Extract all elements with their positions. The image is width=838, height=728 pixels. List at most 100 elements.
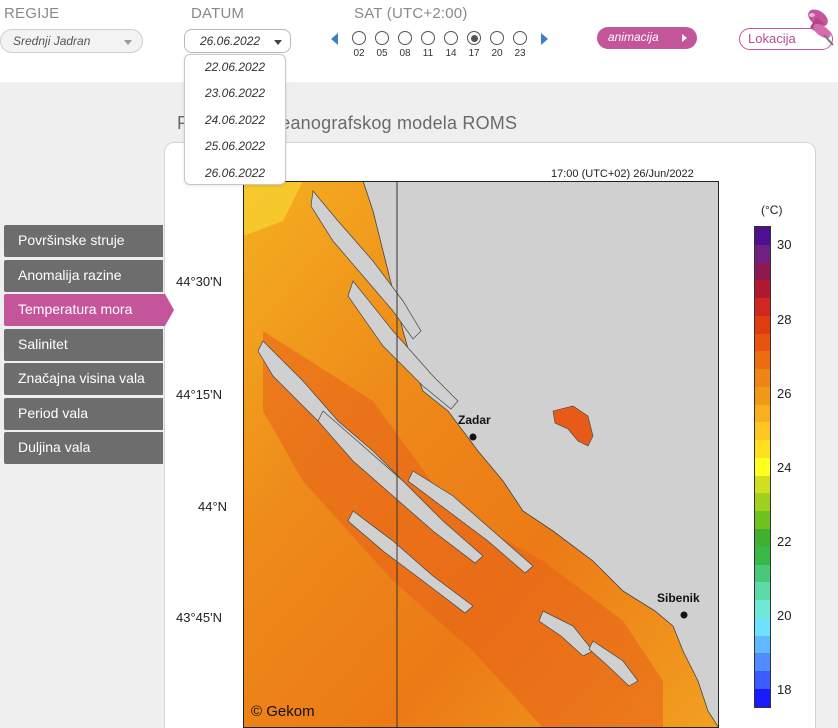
radio-button[interactable] xyxy=(398,31,412,45)
menu-item-sea-level-anomaly[interactable]: Anomalija razine xyxy=(4,259,163,292)
colorbar-segment xyxy=(755,653,770,672)
colorbar-segment xyxy=(755,333,770,352)
city-label-sibenik: Sibenik xyxy=(657,591,700,605)
colorbar-unit: (°C) xyxy=(761,203,783,217)
radio-button[interactable] xyxy=(444,31,458,45)
radio-button[interactable] xyxy=(352,31,366,45)
colorbar-segment xyxy=(755,546,770,565)
hour-label: 23 xyxy=(514,48,526,59)
menu-item-wave-length[interactable]: Duljina vala xyxy=(4,432,163,464)
sea-temperature-map xyxy=(243,181,719,728)
hour-option-05[interactable]: 05 xyxy=(374,31,390,63)
region-value: Srednji Jadran xyxy=(13,34,91,48)
animation-button[interactable]: animacija xyxy=(597,27,697,49)
temperature-colorbar xyxy=(754,226,771,708)
hour-option-02[interactable]: 02 xyxy=(351,31,367,63)
colorbar-segment xyxy=(755,280,770,299)
colorbar-segment xyxy=(755,457,770,476)
colorbar-segment xyxy=(755,635,770,654)
date-select[interactable]: 26.06.2022 xyxy=(184,29,291,53)
colorbar-label: 18 xyxy=(777,682,792,697)
colorbar-segment xyxy=(755,386,770,405)
menu-item-wave-height[interactable]: Značajna visina vala xyxy=(4,363,163,395)
menu-item-surface-currents[interactable]: Površinske struje xyxy=(4,225,163,257)
colorbar-segment xyxy=(755,422,770,441)
date-option[interactable]: 24.06.2022 xyxy=(185,108,285,134)
latitude-label: 44°30'N xyxy=(176,274,222,289)
city-marker-zadar xyxy=(469,433,477,441)
chevron-down-icon xyxy=(274,40,282,45)
city-label-zadar: Zadar xyxy=(458,413,491,427)
animation-label: animacija xyxy=(608,30,659,44)
colorbar-segment xyxy=(755,671,770,689)
city-marker-sibenik xyxy=(680,611,688,619)
hour-label: 11 xyxy=(422,48,434,59)
location-label: Lokacija xyxy=(748,31,796,46)
hour-option-23[interactable]: 23 xyxy=(512,31,528,63)
colorbar-segment xyxy=(755,227,770,245)
colorbar-segment xyxy=(755,511,770,530)
date-option[interactable]: 22.06.2022 xyxy=(185,55,285,81)
chevron-down-icon xyxy=(124,40,132,45)
colorbar-segment xyxy=(755,315,770,334)
date-option[interactable]: 26.06.2022 xyxy=(185,161,285,187)
hour-label: 02 xyxy=(353,48,365,59)
colorbar-label: 26 xyxy=(777,386,792,401)
radio-button[interactable] xyxy=(467,31,481,45)
next-hour-arrow-icon[interactable] xyxy=(541,33,548,45)
latitude-label: 44°N xyxy=(198,499,228,514)
colorbar-segment xyxy=(755,493,770,512)
colorbar-label: 30 xyxy=(777,237,792,252)
hour-label: 14 xyxy=(445,48,457,59)
latitude-label: 44°15'N xyxy=(176,387,222,402)
latitude-label: 43°45'N xyxy=(176,610,222,625)
radio-button[interactable] xyxy=(421,31,435,45)
menu-item-salinity[interactable]: Salinitet xyxy=(4,328,163,361)
hour-option-08[interactable]: 08 xyxy=(397,31,413,63)
radio-button[interactable] xyxy=(513,31,527,45)
hour-label: SAT (UTC+2:00) xyxy=(354,5,468,22)
colorbar-label: 20 xyxy=(777,608,792,623)
colorbar-segment xyxy=(755,564,770,583)
colorbar-segment xyxy=(755,262,770,281)
date-option[interactable]: 25.06.2022 xyxy=(185,134,285,160)
copyright-text: © Gekom xyxy=(251,703,315,720)
top-toolbar: REGIJE Srednji Jadran DATUM 26.06.2022 S… xyxy=(0,0,838,82)
menu-item-wave-period[interactable]: Period vala xyxy=(4,397,163,430)
colorbar-segment xyxy=(755,600,770,618)
colorbar-segment xyxy=(755,440,770,458)
hour-option-17[interactable]: 17 xyxy=(466,31,482,63)
region-select[interactable]: Srednji Jadran xyxy=(0,29,143,53)
forecast-timestamp: 17:00 (UTC+02) 26/Jun/2022 xyxy=(551,168,694,180)
hour-label: 20 xyxy=(491,48,503,59)
colorbar-segment xyxy=(755,688,770,707)
colorbar-segment xyxy=(755,582,770,601)
colorbar-segment xyxy=(755,475,770,494)
colorbar-label: 24 xyxy=(777,460,792,475)
previous-hour-arrow-icon[interactable] xyxy=(331,33,338,45)
colorbar-segment xyxy=(755,369,770,387)
radio-button[interactable] xyxy=(375,31,389,45)
parameter-menu: Površinske struje Anomalija razine Tempe… xyxy=(4,225,174,467)
region-label: REGIJE xyxy=(4,5,60,22)
colorbar-segment xyxy=(755,244,770,263)
menu-item-sea-temperature[interactable]: Temperatura mora xyxy=(4,294,174,326)
date-dropdown-list: 22.06.2022 23.06.2022 24.06.2022 25.06.2… xyxy=(184,54,286,185)
colorbar-segment xyxy=(755,529,770,547)
colorbar-label: 22 xyxy=(777,534,792,549)
colorbar-segment xyxy=(755,404,770,423)
hour-option-14[interactable]: 14 xyxy=(443,31,459,63)
date-option[interactable]: 23.06.2022 xyxy=(185,81,285,107)
date-value: 26.06.2022 xyxy=(200,34,261,48)
radio-button[interactable] xyxy=(490,31,504,45)
hour-option-20[interactable]: 20 xyxy=(489,31,505,63)
hour-option-11[interactable]: 11 xyxy=(420,31,436,63)
hour-label: 05 xyxy=(376,48,388,59)
pushpin-icon[interactable] xyxy=(798,6,838,48)
colorbar-label: 28 xyxy=(777,312,792,327)
hour-label: 08 xyxy=(399,48,411,59)
colorbar-segment xyxy=(755,298,770,316)
date-label: DATUM xyxy=(191,5,245,22)
play-arrow-icon xyxy=(682,34,687,42)
colorbar-segment xyxy=(755,351,770,370)
